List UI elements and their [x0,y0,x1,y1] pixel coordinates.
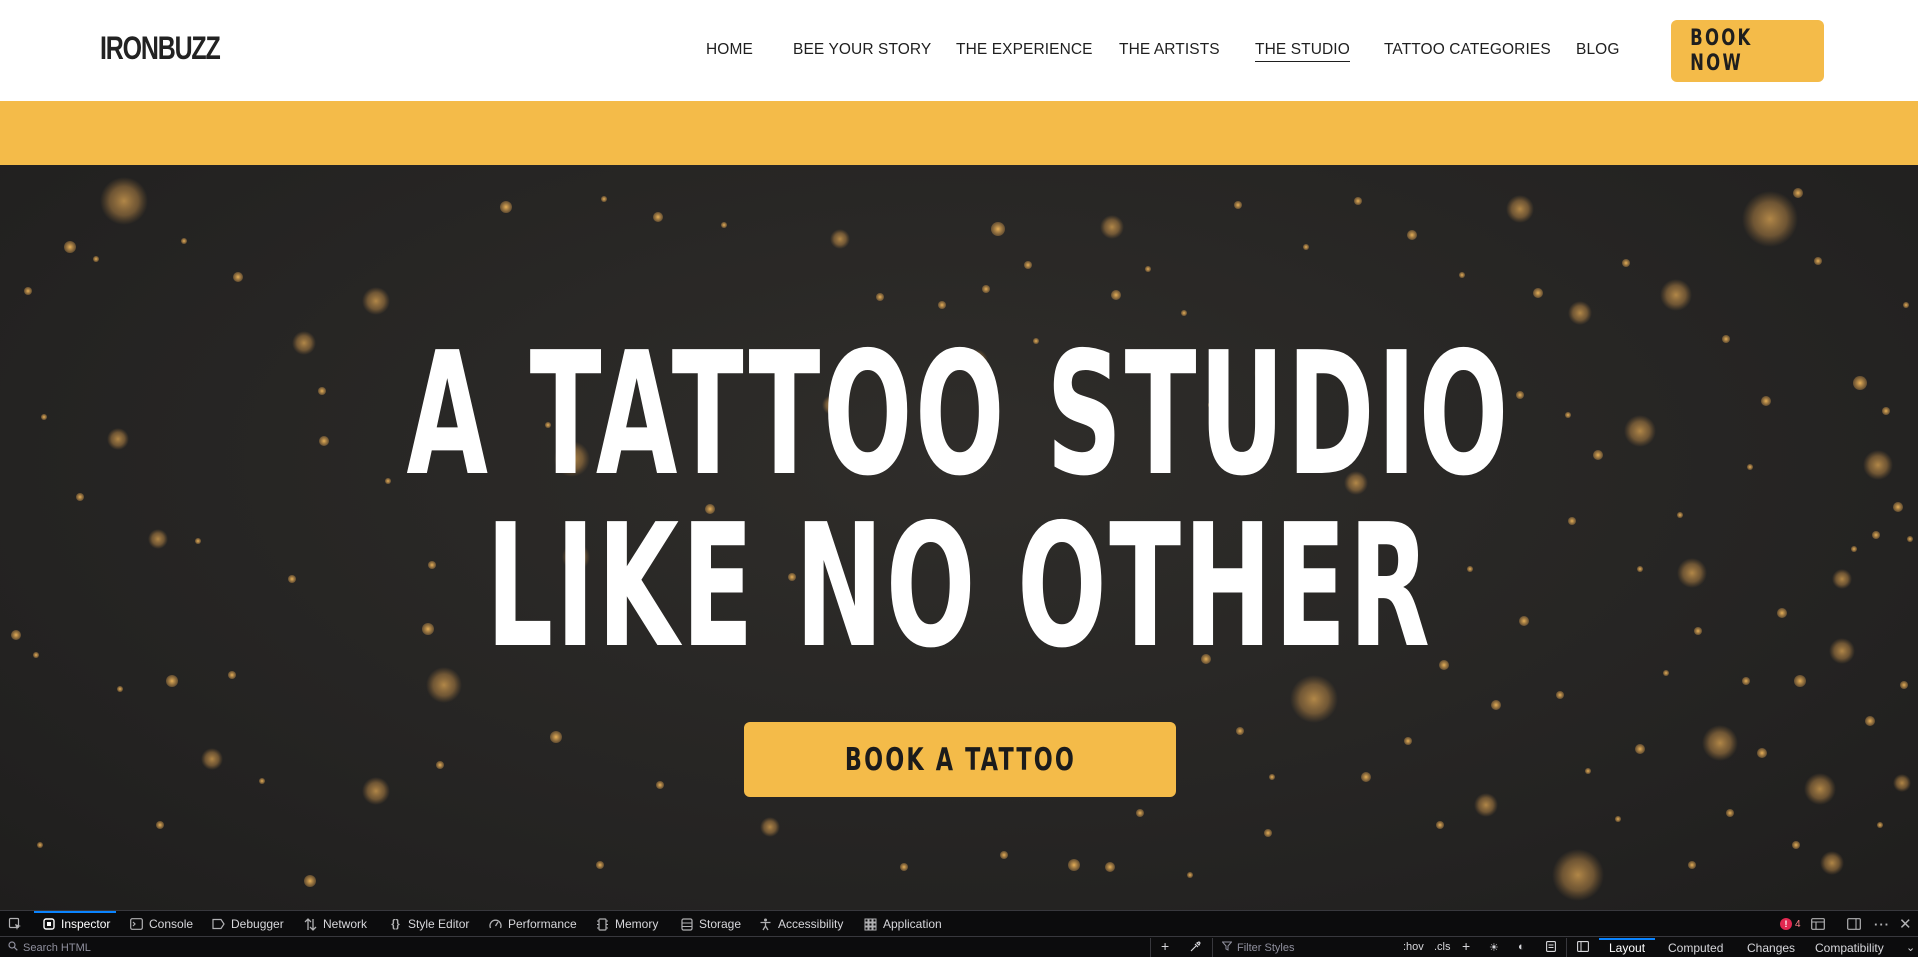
close-devtools-icon[interactable]: ✕ [1899,911,1912,937]
add-rule-icon[interactable]: + [1462,938,1470,954]
tab-accessibility[interactable]: Accessibility [759,911,843,937]
storage-icon [680,917,693,931]
nav-item-the-experience[interactable]: THE EXPERIENCE [956,40,1093,60]
more-options-icon[interactable]: ··· [1874,911,1890,937]
eyedropper-icon[interactable] [1190,941,1201,955]
console-icon [130,918,143,931]
nav-item-home[interactable]: HOME [706,40,753,60]
book-now-button[interactable]: BOOK NOW [1671,20,1824,82]
performance-icon [489,918,502,931]
debugger-icon [212,918,225,931]
divider [1150,938,1151,957]
accent-band [0,101,1918,165]
hero-title-line2: LIKE NO OTHER [485,488,1433,686]
nav-item-blog[interactable]: BLOG [1576,40,1619,60]
divider [1212,938,1213,957]
inspector-icon [42,918,55,931]
hero-section: A TATTOO STUDIO LIKE NO OTHER BOOK A TAT… [0,165,1918,910]
side-tab-changes[interactable]: Changes [1747,941,1795,955]
accessibility-icon [759,918,772,931]
divider [1566,938,1567,957]
tab-style-editor[interactable]: {} Style Editor [389,911,469,937]
nav-item-bee-your-story[interactable]: BEE YOUR STORY [793,40,931,60]
element-picker-icon[interactable] [8,911,22,937]
print-media-icon[interactable] [1546,941,1556,955]
error-count-badge[interactable]: ! 4 [1780,918,1801,930]
toggle-sidebar-icon[interactable] [1577,941,1589,955]
cta-label: BOOK A TATTOO [844,741,1076,778]
book-now-label: BOOK NOW [1690,26,1753,76]
search-icon [8,941,18,954]
tab-network[interactable]: Network [304,911,367,937]
add-node-icon[interactable]: + [1161,938,1169,954]
tab-performance[interactable]: Performance [489,911,577,937]
nav-item-tattoo-categories[interactable]: TATTOO CATEGORIES [1384,40,1551,60]
style-editor-icon: {} [391,918,400,930]
nav-item-the-artists[interactable]: THE ARTISTS [1119,40,1220,60]
light-scheme-icon[interactable]: ☀ [1489,941,1499,954]
devtools-panel: Inspector Console Debugger Network {} St… [0,910,1918,957]
tab-memory[interactable]: Memory [596,911,658,937]
devtools-subbar: Search HTML + Filter Styles :hov .cls + … [0,938,1918,957]
hov-toggle[interactable]: :hov [1403,941,1424,953]
memory-icon [596,917,609,931]
filter-styles-field[interactable]: Filter Styles [1221,941,1294,954]
tab-application[interactable]: Application [864,911,942,937]
network-icon [304,917,317,931]
application-icon [864,918,877,931]
tab-debugger[interactable]: Debugger [212,911,284,937]
search-html-field[interactable]: Search HTML [8,941,91,954]
side-tab-computed[interactable]: Computed [1668,941,1723,955]
tab-console[interactable]: Console [130,911,193,937]
dark-scheme-icon[interactable]: ◐ [1518,941,1525,953]
cls-toggle[interactable]: .cls [1434,941,1451,953]
filter-icon [1221,941,1233,954]
error-icon: ! [1780,918,1792,930]
main-nav: HOME BEE YOUR STORY THE EXPERIENCE THE A… [0,0,1918,101]
tab-inspector[interactable]: Inspector [33,911,117,937]
responsive-design-icon[interactable] [1811,911,1825,937]
side-tab-layout[interactable]: Layout [1598,938,1656,955]
hero-title-line1: A TATTOO STUDIO [406,316,1512,514]
site-header: IRONBUZZ HOME BEE YOUR STORY THE EXPERIE… [0,0,1918,101]
chevron-down-icon[interactable]: ⌄ [1906,941,1915,954]
devtools-toolbar: Inspector Console Debugger Network {} St… [0,911,1918,937]
side-tab-compatibility[interactable]: Compatibility [1815,941,1884,955]
nav-item-the-studio[interactable]: THE STUDIO [1255,40,1350,62]
dock-side-icon[interactable] [1847,911,1861,937]
book-a-tattoo-button[interactable]: BOOK A TATTOO [744,722,1176,797]
tab-storage[interactable]: Storage [680,911,741,937]
